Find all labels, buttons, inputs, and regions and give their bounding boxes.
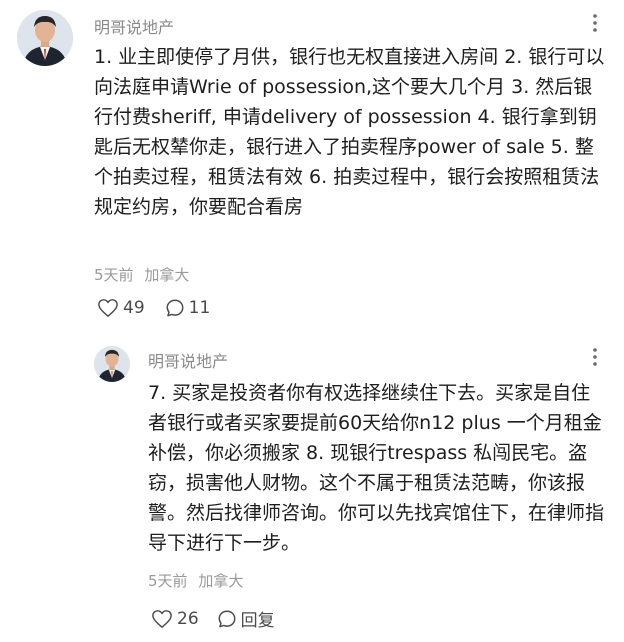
comment-meta: 5天前 加拿大	[94, 264, 189, 285]
comment-bubble-icon	[218, 610, 236, 627]
author-portrait	[94, 346, 130, 382]
reply-button[interactable]: 11	[165, 298, 211, 318]
comment-text: 7. 买家是投资者你有权选择继续住下去。买家是自住者银行或者买家要提前60天给你…	[148, 382, 605, 554]
reply-button[interactable]: 回复	[217, 606, 275, 631]
avatar[interactable]	[17, 10, 73, 66]
like-count: 26	[177, 608, 199, 629]
heart-icon	[152, 609, 172, 628]
comment-location: 加拿大	[144, 266, 190, 284]
like-button[interactable]: 49	[97, 298, 145, 318]
comment-actions: 49 11	[97, 298, 210, 318]
like-button[interactable]: 26	[151, 609, 199, 629]
comment-text: 1. 业主即使停了月供，银行也无权直接进入房间 2. 银行可以向法庭申请Wrie…	[94, 46, 605, 218]
avatar[interactable]	[94, 346, 130, 382]
more-options-button[interactable]	[584, 347, 606, 367]
heart-icon	[98, 299, 118, 317]
comment-2: 明哥说地产 7. 买家是投资者你有权选择继续住下去。买家是自住者银行或者买家要提…	[0, 330, 624, 642]
reply-label: 回复	[240, 611, 275, 631]
comment-bubble-icon	[166, 299, 184, 317]
more-vertical-icon	[593, 14, 597, 32]
more-options-button[interactable]	[584, 13, 606, 33]
comment-location: 加拿大	[198, 572, 244, 590]
comment-1: 明哥说地产 1. 业主即使停了月供，银行也无权直接进入房间 2. 银行可以向法庭…	[0, 0, 624, 330]
comment-meta: 5天前 加拿大	[148, 570, 243, 591]
author-name[interactable]: 明哥说地产	[94, 14, 174, 38]
reply-count: 11	[188, 298, 211, 318]
comment-actions: 26 回复	[151, 606, 275, 631]
author-name[interactable]: 明哥说地产	[148, 348, 228, 372]
like-count: 49	[123, 298, 145, 318]
comment-time: 5天前	[94, 266, 134, 284]
comment-time: 5天前	[148, 572, 188, 590]
author-portrait	[17, 10, 73, 66]
more-vertical-icon	[593, 348, 597, 366]
